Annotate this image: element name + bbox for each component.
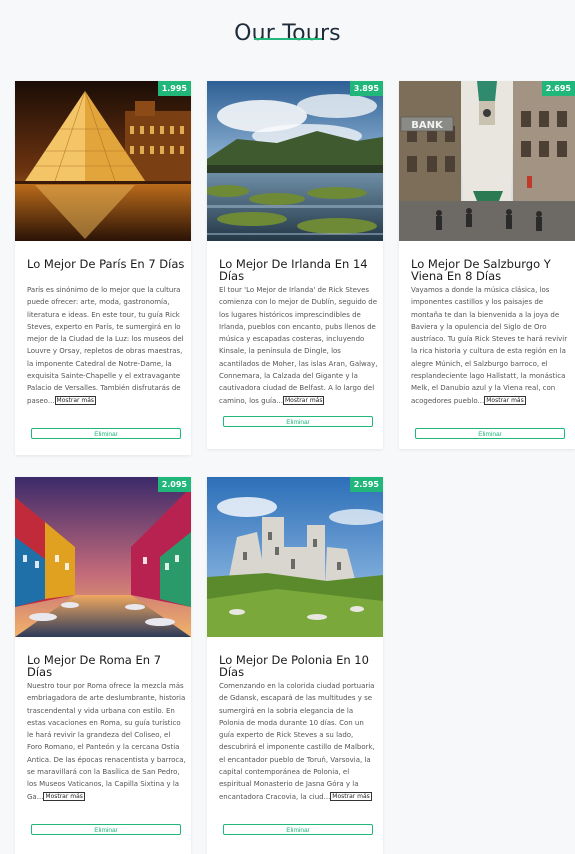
price-badge: 2.095 <box>157 477 191 492</box>
tour-title: Lo Mejor De Irlanda En 14 Días <box>219 257 368 283</box>
tour-photo-castle-ruins <box>207 477 383 637</box>
tour-photo-irish-coast <box>207 81 383 241</box>
show-more-button[interactable]: Mostrar más <box>282 395 325 405</box>
tour-description: París es sinónimo de lo mejor que la cul… <box>27 284 187 407</box>
price-badge: 2.595 <box>349 477 383 492</box>
price-badge: 1.995 <box>157 81 191 96</box>
tour-photo-vienna-street: BANK <box>399 81 575 241</box>
show-more-button[interactable]: Mostrar más <box>43 791 85 801</box>
tour-title: Lo Mejor De Salzburgo Y Viena En 8 Días <box>411 257 551 283</box>
svg-text:BANK: BANK <box>411 120 444 131</box>
tour-description-text: Nuestro tour por Roma ofrece la mezcla m… <box>27 682 186 801</box>
title-underline <box>254 38 322 40</box>
tour-card-poland: 2.595 Lo Mejor De Polonia En 10 Días Com… <box>207 477 383 854</box>
tour-card-rome: 2.095 Lo Mejor De Roma En 7 Días Nuestro… <box>15 477 191 854</box>
tour-description-text: El tour 'Lo Mejor de Irlanda' de Rick St… <box>219 286 378 405</box>
remove-button[interactable]: Eliminar <box>415 428 565 439</box>
show-more-button[interactable]: Mostrar más <box>330 791 372 801</box>
tour-title: Lo Mejor De París En 7 Días <box>27 257 185 271</box>
tour-card-salzburg-vienna: BANK 2.695 Lo Mejor De Salzburgo Y Viena… <box>399 81 575 449</box>
remove-button[interactable]: Eliminar <box>223 824 373 835</box>
tour-description-text: París es sinónimo de lo mejor que la cul… <box>27 286 184 405</box>
tour-photo-canal <box>15 477 191 637</box>
remove-button[interactable]: Eliminar <box>31 824 181 835</box>
tour-card-ireland: 3.895 Lo Mejor De Irlanda En 14 Días El … <box>207 81 383 449</box>
price-badge: 3.895 <box>349 81 383 96</box>
show-more-button[interactable]: Mostrar más <box>484 395 526 405</box>
tour-card-paris: 1.995 Lo Mejor De París En 7 Días París … <box>15 81 191 455</box>
tour-title: Lo Mejor De Roma En 7 Días <box>27 653 162 679</box>
price-badge: 2.695 <box>541 81 575 96</box>
tour-title: Lo Mejor De Polonia En 10 Días <box>219 653 369 679</box>
tour-description-text: Comenzando en la colorida ciudad portuar… <box>219 682 375 801</box>
show-more-button[interactable]: Mostrar más <box>54 395 97 405</box>
remove-button[interactable]: Eliminar <box>31 428 181 439</box>
tour-description: El tour 'Lo Mejor de Irlanda' de Rick St… <box>219 284 379 407</box>
tour-photo-louvre <box>15 81 191 241</box>
tour-description: Comenzando en la colorida ciudad portuar… <box>219 680 379 803</box>
remove-button[interactable]: Eliminar <box>223 416 373 427</box>
page-title: Our Tours <box>234 20 341 46</box>
tour-description: Vayamos a donde la música clásica, los i… <box>411 284 571 407</box>
tour-description: Nuestro tour por Roma ofrece la mezcla m… <box>27 680 187 803</box>
tour-description-text: Vayamos a donde la música clásica, los i… <box>411 286 568 405</box>
